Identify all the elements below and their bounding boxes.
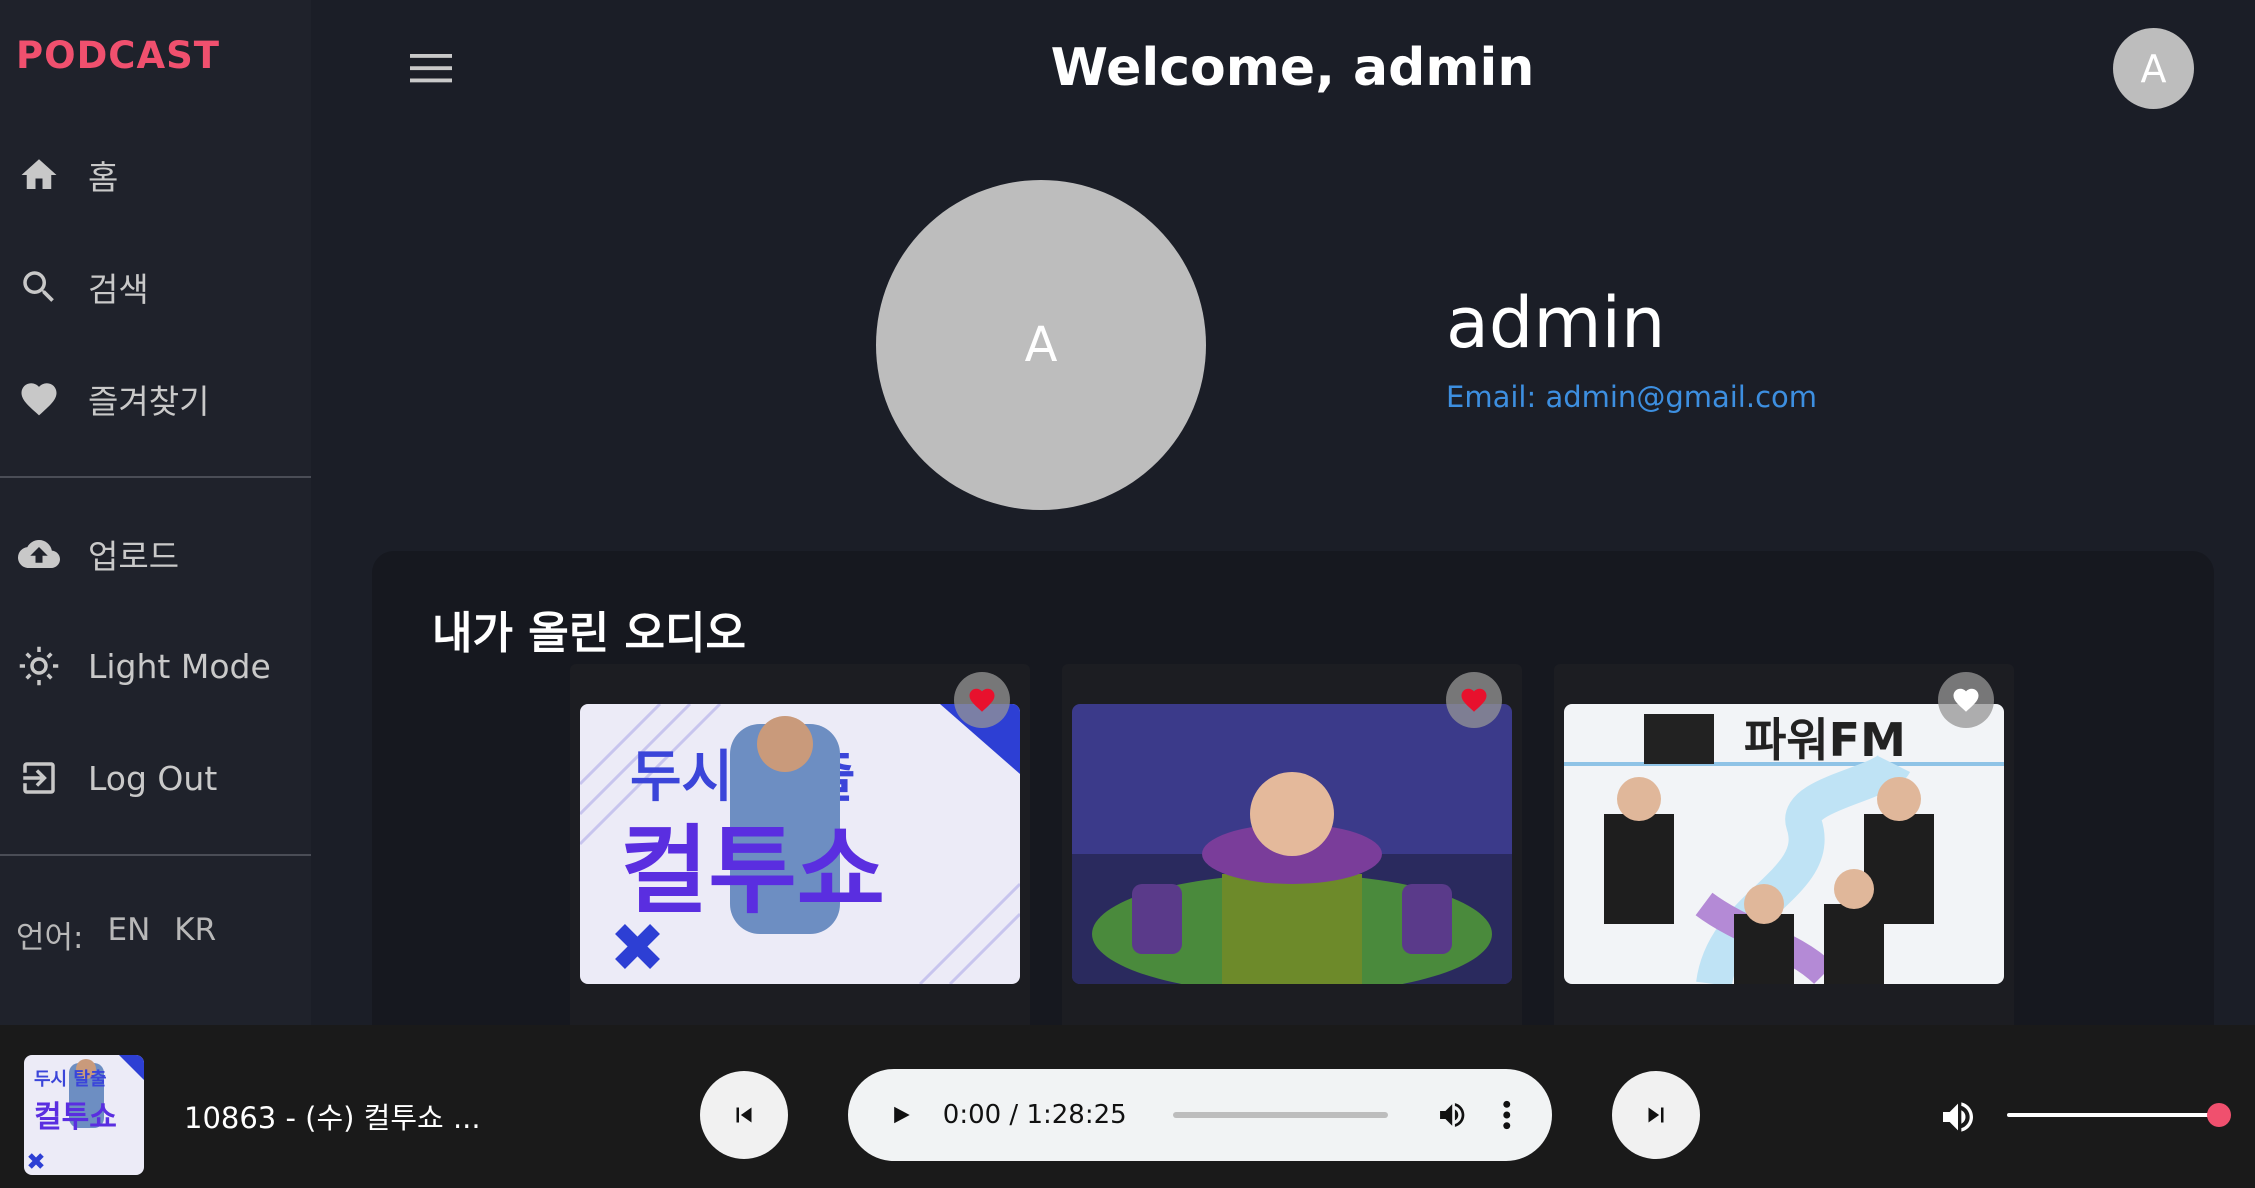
more-options-icon[interactable] [1502, 1099, 1512, 1131]
language-label: 언어: [16, 920, 84, 956]
audio-card[interactable]: 두시 탈출 컬투쇼 [570, 664, 1030, 1025]
audio-card[interactable] [1062, 664, 1522, 1025]
skip-next-icon [1648, 1107, 1664, 1123]
sidebar-item-label: Light Mode [88, 646, 271, 686]
section-title: 내가 올린 오디오 [432, 608, 746, 659]
heart-icon [1461, 688, 1487, 712]
skip-previous-icon [736, 1107, 752, 1123]
audio-control: 0:00 / 1:28:25 [848, 1069, 1552, 1161]
volume-slider-track[interactable] [2007, 1113, 2219, 1117]
svg-text:컬투쇼: 컬투쇼 [620, 815, 885, 927]
radio-show-thumbnail [1072, 704, 1512, 984]
sun-icon [19, 646, 59, 686]
avatar[interactable]: A [2113, 28, 2194, 109]
logout-icon [23, 762, 55, 794]
heart-outline-icon [1953, 688, 1979, 712]
cloud-upload-icon [18, 540, 60, 568]
previous-button[interactable] [700, 1071, 788, 1159]
heart-icon [21, 383, 57, 416]
audio-thumbnail: 파워FM [1564, 704, 2004, 984]
sidebar-divider [0, 476, 311, 478]
sidebar-item-label: 홈 [88, 158, 119, 197]
my-uploads-section: 내가 올린 오디오 두시 탈출 컬투쇼 [372, 551, 2214, 1025]
volume-slider-handle[interactable] [2207, 1103, 2231, 1127]
sidebar-item-light-mode[interactable]: Light Mode [0, 631, 311, 701]
now-playing-title: 10863 - (수) 컬투쇼 ... [184, 1101, 481, 1135]
home-icon [21, 159, 57, 189]
audio-thumbnail: 두시 탈출 컬투쇼 [580, 704, 1020, 984]
audio-thumbnail [1072, 704, 1512, 984]
svg-text:파워FM: 파워FM [1744, 713, 1906, 767]
now-playing-thumbnail: 두시 탈출 컬투쇼 [24, 1055, 144, 1175]
playback-time: 0:00 / 1:28:25 [942, 1100, 1127, 1130]
language-option-kr[interactable]: KR [174, 912, 216, 957]
app-logo[interactable]: PODCAST [16, 34, 220, 77]
sidebar-item-home[interactable]: 홈 [0, 140, 311, 210]
language-option-en[interactable]: EN [107, 912, 150, 957]
power-fm-thumbnail: 파워FM [1564, 704, 2004, 984]
audio-player-bar: 두시 탈출 컬투쇼 10863 - (수) 컬투쇼 ... 0:00 / 1:2… [0, 1025, 2255, 1188]
menu-button[interactable] [410, 50, 452, 86]
sidebar-divider [0, 854, 311, 856]
search-icon [23, 271, 54, 302]
volume-icon[interactable] [1436, 1098, 1468, 1132]
favorite-button[interactable] [1446, 672, 1502, 728]
page-title: Welcome, admin [1050, 38, 1535, 98]
sidebar: PODCAST 홈 검색 즐겨찾기 업로드 Light Mode Log Out… [0, 0, 311, 1025]
audio-card[interactable]: 파워FM [1554, 664, 2014, 1025]
heart-icon [969, 688, 995, 712]
sidebar-item-favorites[interactable]: 즐겨찾기 [0, 364, 311, 434]
svg-text:두시 탈출: 두시 탈출 [34, 1069, 107, 1090]
sidebar-item-logout[interactable]: Log Out [0, 743, 311, 813]
sidebar-item-label: 즐겨찾기 [88, 382, 210, 421]
next-button[interactable] [1612, 1071, 1700, 1159]
language-switcher: 언어: EN KR [16, 912, 216, 957]
seek-bar[interactable] [1172, 1112, 1389, 1118]
profile-name: admin [1446, 282, 1666, 364]
sidebar-item-label: 업로드 [88, 537, 180, 576]
sidebar-item-label: 검색 [88, 270, 149, 309]
volume-icon[interactable] [1938, 1097, 1978, 1137]
sidebar-item-search[interactable]: 검색 [0, 252, 311, 322]
profile-avatar: A [876, 180, 1206, 510]
cultwo-show-thumbnail: 두시 탈출 컬투쇼 [580, 704, 1020, 984]
favorite-button[interactable] [954, 672, 1010, 728]
play-icon[interactable] [888, 1100, 913, 1130]
sidebar-item-upload[interactable]: 업로드 [0, 519, 311, 589]
svg-text:컬투쇼: 컬투쇼 [34, 1100, 117, 1135]
sidebar-item-label: Log Out [88, 758, 218, 798]
favorite-button[interactable] [1938, 672, 1994, 728]
profile-email: Email: admin@gmail.com [1446, 380, 1818, 414]
hamburger-icon [410, 54, 452, 83]
cultwo-show-thumbnail: 두시 탈출 컬투쇼 [24, 1055, 144, 1175]
